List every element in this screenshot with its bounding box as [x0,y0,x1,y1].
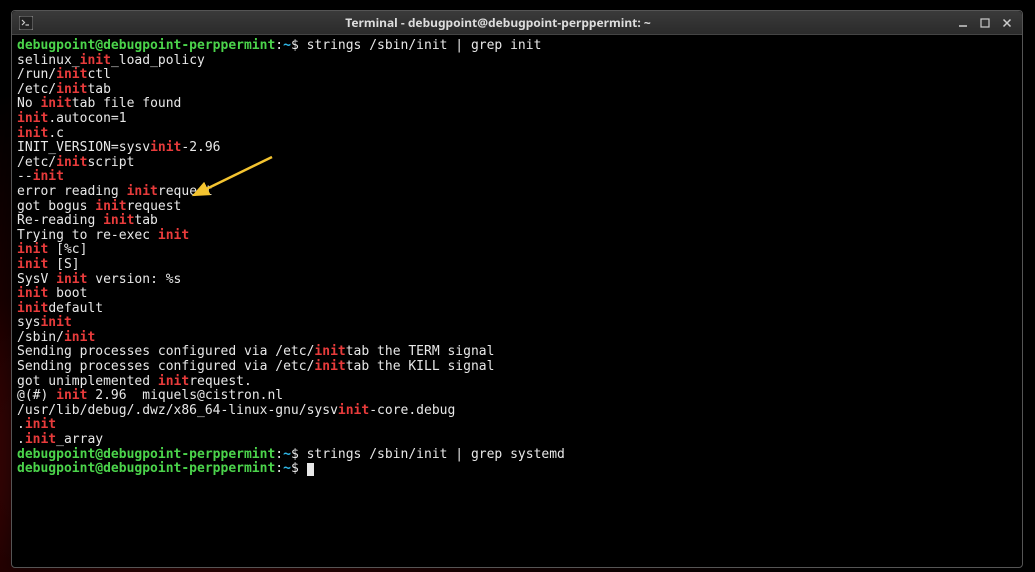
output-line: init.c [17,127,1017,142]
output-line: initdefault [17,302,1017,317]
terminal-window: Terminal - debugpoint@debugpoint-perpper… [11,10,1023,568]
prompt-symbol: $ [291,447,299,462]
close-button[interactable] [1000,16,1014,30]
output-line: /run/initctl [17,68,1017,83]
prompt-path: ~ [283,461,291,476]
output-line: init [S] [17,258,1017,273]
terminal-icon [18,15,34,31]
output-line: init.autocon=1 [17,112,1017,127]
prompt-line: debugpoint@debugpoint-perppermint:~$ [17,462,1017,477]
output-line: SysV init version: %s [17,273,1017,288]
output-line: Sending processes configured via /etc/in… [17,360,1017,375]
output-line: Re-reading inittab [17,214,1017,229]
prompt-line: debugpoint@debugpoint-perppermint:~$ str… [17,448,1017,463]
output-line: /etc/inittab [17,83,1017,98]
output-line: /sbin/init [17,331,1017,346]
output-line: INIT_VERSION=sysvinit-2.96 [17,141,1017,156]
output-line: --init [17,170,1017,185]
output-line: sysinit [17,316,1017,331]
output-line: init [%c] [17,243,1017,258]
window-title: Terminal - debugpoint@debugpoint-perpper… [40,14,956,31]
output-line: got unimplemented initrequest. [17,375,1017,390]
output-line: No inittab file found [17,97,1017,112]
output-line: init boot [17,287,1017,302]
output-line: got bogus initrequest [17,200,1017,215]
output-line: Sending processes configured via /etc/in… [17,345,1017,360]
prompt-userhost: debugpoint@debugpoint-perppermint [17,447,275,462]
output-line: @(#) init 2.96 miquels@cistron.nl [17,389,1017,404]
prompt-path: ~ [283,447,291,462]
window-controls [956,16,1022,30]
output-line: /etc/initscript [17,156,1017,171]
output-line: error reading initrequest [17,185,1017,200]
prompt-sep: : [275,447,283,462]
prompt-symbol: $ [291,461,299,476]
prompt-path: ~ [283,38,291,53]
output-line: .init [17,418,1017,433]
prompt-symbol: $ [291,38,299,53]
cursor-icon [307,463,314,476]
output-line: /usr/lib/debug/.dwz/x86_64-linux-gnu/sys… [17,404,1017,419]
minimize-button[interactable] [956,16,970,30]
terminal-content[interactable]: debugpoint@debugpoint-perppermint:~$ str… [12,35,1022,567]
prompt-line: debugpoint@debugpoint-perppermint:~$ str… [17,39,1017,54]
prompt-userhost: debugpoint@debugpoint-perppermint [17,461,275,476]
command-text: strings /sbin/init | grep systemd [307,447,565,462]
prompt-userhost: debugpoint@debugpoint-perppermint [17,38,275,53]
output-line: .init_array [17,433,1017,448]
prompt-sep: : [275,461,283,476]
output-line: selinux_init_load_policy [17,54,1017,69]
output-line: Trying to re-exec init [17,229,1017,244]
maximize-button[interactable] [978,16,992,30]
command-text: strings /sbin/init | grep init [307,38,542,53]
titlebar[interactable]: Terminal - debugpoint@debugpoint-perpper… [12,11,1022,35]
prompt-sep: : [275,38,283,53]
